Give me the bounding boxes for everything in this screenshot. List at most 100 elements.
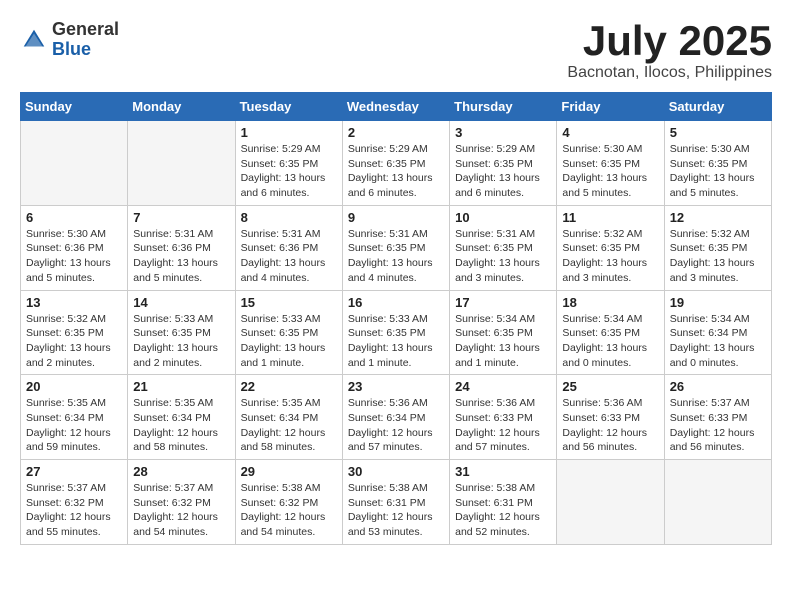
day-info: Sunrise: 5:30 AM Sunset: 6:35 PM Dayligh… [670,142,766,201]
weekday-header: Friday [557,93,664,121]
day-number: 1 [241,125,337,140]
page-header: General Blue July 2025 Bacnotan, Ilocos,… [20,20,772,82]
calendar-cell: 19 Sunrise: 5:34 AM Sunset: 6:34 PM Dayli… [664,290,771,375]
calendar-cell: 30 Sunrise: 5:38 AM Sunset: 6:31 PM Dayli… [342,460,449,545]
calendar-cell: 24 Sunrise: 5:36 AM Sunset: 6:33 PM Dayli… [450,375,557,460]
calendar-cell: 4Sunrise: 5:30 AM Sunset: 6:35 PM Daylig… [557,121,664,206]
day-info: Sunrise: 5:36 AM Sunset: 6:33 PM Dayligh… [455,396,551,455]
calendar-cell: 17 Sunrise: 5:34 AM Sunset: 6:35 PM Dayli… [450,290,557,375]
day-info: Sunrise: 5:36 AM Sunset: 6:33 PM Dayligh… [562,396,658,455]
day-info: Sunrise: 5:34 AM Sunset: 6:35 PM Dayligh… [455,312,551,371]
day-info: Sunrise: 5:38 AM Sunset: 6:32 PM Dayligh… [241,481,337,540]
day-info: Sunrise: 5:31 AM Sunset: 6:35 PM Dayligh… [348,227,444,286]
calendar-cell: 9Sunrise: 5:31 AM Sunset: 6:35 PM Daylig… [342,205,449,290]
calendar-cell: 28 Sunrise: 5:37 AM Sunset: 6:32 PM Dayli… [128,460,235,545]
calendar-cell: 20 Sunrise: 5:35 AM Sunset: 6:34 PM Dayli… [21,375,128,460]
day-number: 29 [241,464,337,479]
day-number: 13 [26,295,122,310]
calendar-cell [128,121,235,206]
day-info: Sunrise: 5:33 AM Sunset: 6:35 PM Dayligh… [348,312,444,371]
calendar-cell: 27 Sunrise: 5:37 AM Sunset: 6:32 PM Dayli… [21,460,128,545]
weekday-header: Monday [128,93,235,121]
calendar-cell: 12 Sunrise: 5:32 AM Sunset: 6:35 PM Dayli… [664,205,771,290]
day-info: Sunrise: 5:37 AM Sunset: 6:33 PM Dayligh… [670,396,766,455]
location: Bacnotan, Ilocos, Philippines [567,64,772,82]
calendar-week-row: 13Sunrise: 5:32 AM Sunset: 6:35 PM Dayli… [21,290,772,375]
day-info: Sunrise: 5:31 AM Sunset: 6:36 PM Dayligh… [241,227,337,286]
calendar-cell: 2 Sunrise: 5:29 AM Sunset: 6:35 PM Daylig… [342,121,449,206]
day-number: 19 [670,295,766,310]
day-number: 23 [348,379,444,394]
calendar-week-row: 1 Sunrise: 5:29 AM Sunset: 6:35 PM Daylig… [21,121,772,206]
weekday-header: Sunday [21,93,128,121]
day-info: Sunrise: 5:31 AM Sunset: 6:35 PM Dayligh… [455,227,551,286]
day-number: 4 [562,125,658,140]
calendar-cell [21,121,128,206]
logo-text: General Blue [52,20,119,60]
calendar-cell: 3Sunrise: 5:29 AM Sunset: 6:35 PM Daylig… [450,121,557,206]
day-number: 21 [133,379,229,394]
calendar-cell: 10 Sunrise: 5:31 AM Sunset: 6:35 PM Dayli… [450,205,557,290]
day-number: 27 [26,464,122,479]
calendar-cell: 23 Sunrise: 5:36 AM Sunset: 6:34 PM Dayli… [342,375,449,460]
calendar-cell: 14 Sunrise: 5:33 AM Sunset: 6:35 PM Dayli… [128,290,235,375]
day-info: Sunrise: 5:32 AM Sunset: 6:35 PM Dayligh… [670,227,766,286]
day-info: Sunrise: 5:30 AM Sunset: 6:36 PM Dayligh… [26,227,122,286]
day-number: 22 [241,379,337,394]
day-number: 6 [26,210,122,225]
weekday-header: Wednesday [342,93,449,121]
day-number: 14 [133,295,229,310]
calendar-cell: 1 Sunrise: 5:29 AM Sunset: 6:35 PM Daylig… [235,121,342,206]
day-info: Sunrise: 5:31 AM Sunset: 6:36 PM Dayligh… [133,227,229,286]
day-info: Sunrise: 5:37 AM Sunset: 6:32 PM Dayligh… [133,481,229,540]
day-number: 12 [670,210,766,225]
logo: General Blue [20,20,119,60]
day-info: Sunrise: 5:33 AM Sunset: 6:35 PM Dayligh… [241,312,337,371]
day-number: 2 [348,125,444,140]
logo-icon [20,26,48,54]
day-number: 10 [455,210,551,225]
calendar-cell: 11Sunrise: 5:32 AM Sunset: 6:35 PM Dayli… [557,205,664,290]
day-number: 3 [455,125,551,140]
calendar-cell: 18 Sunrise: 5:34 AM Sunset: 6:35 PM Dayli… [557,290,664,375]
calendar-cell: 31Sunrise: 5:38 AM Sunset: 6:31 PM Dayli… [450,460,557,545]
day-info: Sunrise: 5:33 AM Sunset: 6:35 PM Dayligh… [133,312,229,371]
day-number: 7 [133,210,229,225]
logo-general: General [52,20,119,40]
month-title: July 2025 [567,20,772,62]
calendar-cell: 21Sunrise: 5:35 AM Sunset: 6:34 PM Dayli… [128,375,235,460]
calendar-header-row: SundayMondayTuesdayWednesdayThursdayFrid… [21,93,772,121]
weekday-header: Thursday [450,93,557,121]
day-number: 24 [455,379,551,394]
calendar-week-row: 27 Sunrise: 5:37 AM Sunset: 6:32 PM Dayli… [21,460,772,545]
day-info: Sunrise: 5:35 AM Sunset: 6:34 PM Dayligh… [241,396,337,455]
calendar-cell: 13Sunrise: 5:32 AM Sunset: 6:35 PM Dayli… [21,290,128,375]
calendar-cell: 16Sunrise: 5:33 AM Sunset: 6:35 PM Dayli… [342,290,449,375]
weekday-header: Tuesday [235,93,342,121]
day-number: 26 [670,379,766,394]
calendar-cell: 25 Sunrise: 5:36 AM Sunset: 6:33 PM Dayli… [557,375,664,460]
calendar-cell [664,460,771,545]
day-info: Sunrise: 5:34 AM Sunset: 6:35 PM Dayligh… [562,312,658,371]
day-info: Sunrise: 5:38 AM Sunset: 6:31 PM Dayligh… [348,481,444,540]
day-number: 25 [562,379,658,394]
day-info: Sunrise: 5:29 AM Sunset: 6:35 PM Dayligh… [241,142,337,201]
day-info: Sunrise: 5:32 AM Sunset: 6:35 PM Dayligh… [562,227,658,286]
day-number: 18 [562,295,658,310]
day-number: 28 [133,464,229,479]
logo-blue: Blue [52,40,119,60]
calendar-cell: 7 Sunrise: 5:31 AM Sunset: 6:36 PM Daylig… [128,205,235,290]
calendar-cell: 26 Sunrise: 5:37 AM Sunset: 6:33 PM Dayli… [664,375,771,460]
day-number: 15 [241,295,337,310]
day-info: Sunrise: 5:37 AM Sunset: 6:32 PM Dayligh… [26,481,122,540]
day-info: Sunrise: 5:36 AM Sunset: 6:34 PM Dayligh… [348,396,444,455]
day-info: Sunrise: 5:29 AM Sunset: 6:35 PM Dayligh… [348,142,444,201]
calendar-cell: 6 Sunrise: 5:30 AM Sunset: 6:36 PM Daylig… [21,205,128,290]
day-number: 8 [241,210,337,225]
day-info: Sunrise: 5:35 AM Sunset: 6:34 PM Dayligh… [26,396,122,455]
day-info: Sunrise: 5:34 AM Sunset: 6:34 PM Dayligh… [670,312,766,371]
day-number: 30 [348,464,444,479]
day-number: 20 [26,379,122,394]
calendar-cell [557,460,664,545]
day-number: 17 [455,295,551,310]
